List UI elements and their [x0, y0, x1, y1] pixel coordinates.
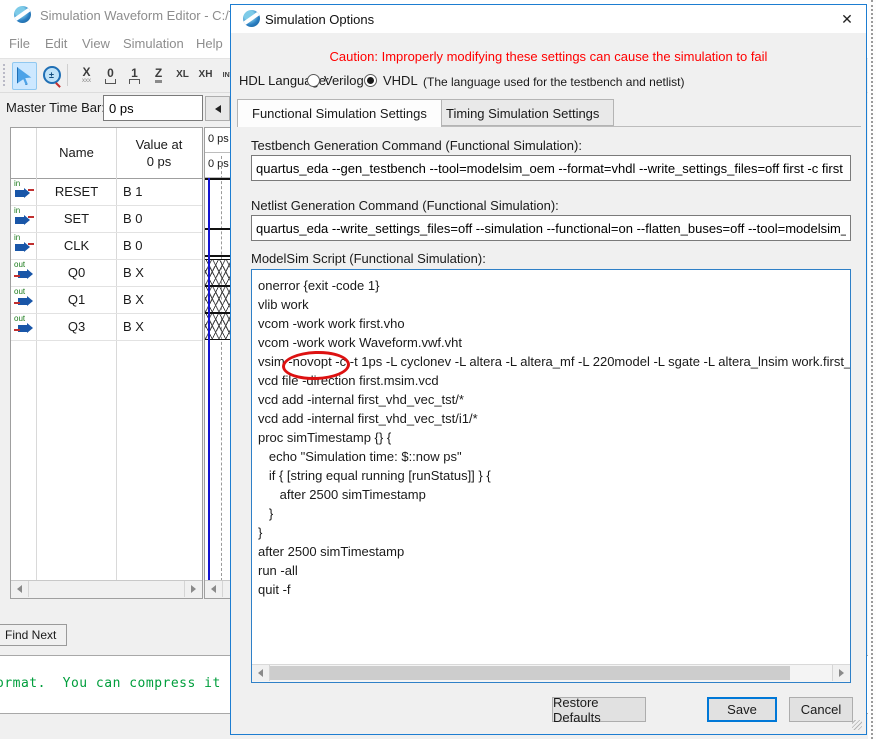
table-row-reset[interactable]: in RESET B 1 [11, 178, 202, 206]
scroll-left-icon[interactable] [205, 581, 223, 597]
signal-name: CLK [63, 238, 90, 253]
toolbar-separator [67, 64, 68, 86]
modelsim-script-editor[interactable]: onerror {exit -code 1} vlib work vcom -w… [251, 269, 851, 683]
tab-timing-simulation-settings[interactable]: Timing Simulation Settings [431, 99, 615, 126]
menu-file[interactable]: File [9, 36, 30, 51]
signal-value: B X [123, 319, 144, 334]
find-next-button[interactable]: Find Next [0, 624, 68, 646]
simulation-options-dialog: Simulation Options ✕ Caution: Improperly… [230, 4, 867, 735]
force-low-icon[interactable]: 0 [99, 62, 122, 88]
toolbar-grip[interactable] [3, 64, 8, 86]
input-pin-icon: in [14, 179, 21, 188]
table-row-q0[interactable]: out Q0 B X [11, 259, 202, 287]
output-pin-icon: out [14, 260, 26, 269]
force-high-icon[interactable]: 1 [123, 62, 146, 88]
dialog-titlebar[interactable]: Simulation Options ✕ [231, 5, 866, 33]
save-button[interactable]: Save [707, 697, 777, 722]
signal-table-header: Name Value at 0 ps [11, 128, 202, 179]
table-row-set[interactable]: in SET B 0 [11, 205, 202, 233]
signal-value: B 0 [123, 238, 143, 253]
time-bar-back-button[interactable] [205, 96, 230, 121]
time-ruler-label: 0 ps [205, 153, 233, 178]
script-h-scrollbar[interactable] [252, 664, 850, 682]
output-pin-icon: out [14, 287, 26, 296]
testbench-command-input[interactable] [251, 155, 851, 181]
waveform-h-scrollbar[interactable] [205, 580, 233, 598]
caution-text: Caution: Improperly modifying these sett… [329, 49, 768, 64]
input-pin-icon: in [14, 206, 21, 215]
scroll-left-icon[interactable] [252, 665, 270, 681]
table-row-q3[interactable]: out Q3 B X [11, 313, 202, 341]
dialog-title: Simulation Options [265, 12, 375, 27]
editor-window-title: Simulation Waveform Editor - C:/TEM [40, 8, 257, 23]
background-right-strip [868, 0, 876, 739]
output-pin-icon: out [14, 314, 26, 323]
signal-name: Q1 [67, 292, 86, 307]
testbench-command-label: Testbench Generation Command (Functional… [251, 138, 582, 153]
table-row-clk[interactable]: in CLK B 0 [11, 232, 202, 260]
master-time-bar-input[interactable] [103, 95, 203, 121]
hdl-language-note: (The language used for the testbench and… [423, 75, 685, 89]
col-header-value: Value at 0 ps [135, 137, 183, 169]
weak-high-icon[interactable]: XH [194, 62, 217, 88]
screen: Simulation Waveform Editor - C:/TEM File… [0, 0, 876, 739]
master-time-bar-label: Master Time Bar: [6, 100, 105, 115]
vhdl-radio[interactable] [364, 74, 377, 87]
verilog-radio-label[interactable]: Verilog [324, 73, 364, 88]
zoom-tool-icon[interactable]: ± [40, 62, 63, 88]
verilog-radio[interactable] [307, 74, 320, 87]
menu-help[interactable]: Help [196, 36, 223, 51]
weak-low-icon[interactable]: XL [171, 62, 194, 88]
signal-name: Q3 [67, 319, 86, 334]
modelsim-script-label: ModelSim Script (Functional Simulation): [251, 251, 486, 266]
signal-name: SET [63, 211, 90, 226]
left-triangle-icon [214, 104, 221, 113]
signal-name: Q0 [67, 265, 86, 280]
netlist-command-label: Netlist Generation Command (Functional S… [251, 198, 559, 213]
cancel-button[interactable]: Cancel [789, 697, 853, 722]
table-h-scrollbar[interactable] [11, 580, 202, 598]
menu-edit[interactable]: Edit [45, 36, 67, 51]
signal-value: B 1 [123, 184, 143, 199]
table-row-q1[interactable]: out Q1 B X [11, 286, 202, 314]
signal-value: B X [123, 292, 144, 307]
close-icon[interactable]: ✕ [836, 9, 858, 29]
signal-value: B X [123, 265, 144, 280]
tab-functional-simulation-settings[interactable]: Functional Simulation Settings [237, 99, 442, 127]
dotted-edge [871, 0, 873, 739]
signal-table: Name Value at 0 ps in RESET B 1 in SET B… [10, 127, 203, 599]
time-bar-pointer-label: 0 ps [205, 128, 233, 153]
force-unknown-icon[interactable]: X xxx [75, 62, 98, 88]
vhdl-radio-label[interactable]: VHDL [383, 73, 418, 88]
scroll-right-icon[interactable] [832, 665, 850, 681]
scroll-right-icon[interactable] [184, 581, 202, 597]
menu-view[interactable]: View [82, 36, 110, 51]
pointer-tool-icon[interactable] [12, 62, 37, 90]
resize-grip[interactable] [852, 720, 862, 730]
scroll-left-icon[interactable] [11, 581, 29, 597]
quartus-logo-icon [14, 6, 31, 23]
time-cursor-line[interactable] [208, 178, 210, 581]
signal-value: B 0 [123, 211, 143, 226]
force-high-z-icon[interactable]: Z [147, 62, 170, 88]
netlist-command-input[interactable] [251, 215, 851, 241]
input-pin-icon: in [14, 233, 21, 242]
signal-name: RESET [54, 184, 99, 199]
console-message: ormat. You can compress it in [0, 676, 246, 691]
magnifier-icon: ± [42, 66, 61, 84]
script-text[interactable]: onerror {exit -code 1} vlib work vcom -w… [252, 270, 850, 664]
col-header-name: Name [59, 145, 94, 160]
menu-simulation[interactable]: Simulation [123, 36, 184, 51]
scrollbar-thumb[interactable] [270, 666, 790, 680]
restore-defaults-button[interactable]: Restore Defaults [552, 695, 646, 725]
quartus-logo-icon [243, 10, 260, 27]
cursor-arrow-icon [17, 67, 32, 85]
